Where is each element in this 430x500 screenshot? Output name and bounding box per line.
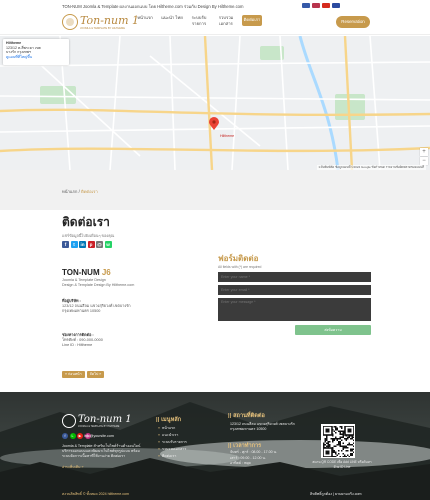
nav-item-contact[interactable]: ติดต่อเรา bbox=[242, 15, 262, 26]
twitter-icon[interactable]: t bbox=[70, 241, 78, 248]
footer-bottom-right: ลิขสิทธิ์ถูกต้อง | ยามยามจริง.com bbox=[310, 492, 362, 496]
message-field[interactable] bbox=[218, 298, 371, 321]
linkedin-icon[interactable]: in bbox=[79, 241, 86, 248]
main-nav: หน้าแรก แนะนำ ไทย ระบบรับ รายการ รวบรวม … bbox=[134, 15, 262, 26]
breadcrumb-current: ติดต่อเรา bbox=[80, 189, 98, 194]
footer-email[interactable]: info@yoursite.com bbox=[84, 434, 114, 438]
breadcrumb: หน้าแรก / ติดต่อเรา bbox=[62, 188, 98, 195]
line-qr-code bbox=[321, 424, 355, 458]
nav-item-services[interactable]: ระบบรับ รายการ bbox=[188, 15, 210, 26]
youtube-icon[interactable]: ▶ bbox=[77, 433, 83, 439]
map-info-card: Hiltheme 123/12 ต.สี่พระยา เขต บางรัก กร… bbox=[3, 39, 69, 65]
language-flags bbox=[302, 3, 340, 8]
footer-logo[interactable]: Ton-num 1 JOOMLA & TEMPLATE BY HILTHEME bbox=[62, 414, 132, 430]
footer-link[interactable]: แนะนำเรา bbox=[158, 432, 187, 439]
pinterest-icon[interactable]: p bbox=[87, 241, 95, 248]
breadcrumb-separator: / bbox=[78, 189, 80, 194]
footer-logo-brand: Ton-num 1 bbox=[78, 414, 132, 425]
company-subtitle: Joomla & Template Design bbox=[62, 278, 106, 282]
page-title: ติดต่อเรา bbox=[62, 215, 110, 229]
footer-hours-line: อาทิตย์ : หยุด bbox=[230, 461, 251, 466]
breadcrumb-band: หน้าแรก / ติดต่อเรา bbox=[0, 170, 430, 210]
share-label: แชร์ข้อมูลนี้ไปยังเพื่อนๆ ของคุณ bbox=[62, 234, 115, 238]
flag-th-icon[interactable] bbox=[312, 3, 320, 8]
zoom-in-button[interactable]: + bbox=[420, 148, 428, 156]
next-button[interactable]: ถัดไป » bbox=[86, 371, 105, 378]
top-info-bar: TON-NUM Joomla & Template ผลงานออกแบบ โด… bbox=[0, 0, 430, 11]
flag-la-icon[interactable] bbox=[332, 3, 340, 8]
share-buttons: f t in p @ w bbox=[62, 241, 112, 248]
contact-channels: ช่องทางการติดต่อ : โทรศัพท์ : 090-000-00… bbox=[62, 333, 103, 348]
footer-hours-title: เวลาทำการ bbox=[228, 442, 261, 450]
map-marker-label: Hiltheme bbox=[220, 134, 234, 138]
flag-uk-icon[interactable] bbox=[302, 3, 310, 8]
footer-hours-line: จันทร์ - ศุกร์ : 08.00 - 17.00 น. bbox=[230, 450, 278, 454]
footer-link[interactable]: หน้าแรก bbox=[158, 425, 187, 432]
google-map[interactable]: Hiltheme Hiltheme 123/12 ต.สี่พระยา เขต … bbox=[0, 36, 430, 170]
footer-address: 123/12 ถนนสีลม แขวงสุริยวงศ์ เขตบางรัก ก… bbox=[230, 422, 295, 431]
site-logo[interactable]: Ton-num 1 JOOMLA & TEMPLATE BY HILTHEME bbox=[62, 13, 142, 33]
footer-link[interactable]: ระบบรับรายการ bbox=[158, 439, 187, 446]
topbar-text: TON-NUM Joomla & Template ผลงานออกแบบ โด… bbox=[62, 4, 244, 9]
breadcrumb-home[interactable]: หน้าแรก bbox=[62, 189, 77, 194]
prev-button[interactable]: « ก่อนหน้า bbox=[62, 371, 85, 378]
pagination: « ก่อนหน้า ถัดไป » bbox=[62, 371, 105, 378]
company-subtitle: Design & Template Design By Hiltheme.com bbox=[62, 283, 135, 287]
email-icon[interactable]: @ bbox=[96, 241, 103, 248]
copyright-text: สงวนลิขสิทธิ์ © ทั้งหมด 2024 hiltheme.co… bbox=[62, 492, 130, 496]
footer-link[interactable]: รวบรวมเอกสาร bbox=[158, 446, 187, 453]
map-footer: แป้นพิมพ์ลัด ข้อมูลแผนที่ ©2024 Google ข… bbox=[0, 162, 430, 170]
company-name: TON-NUM J6 bbox=[62, 268, 111, 277]
qr-caption: สแกน QR CODE เพื่อ Add LINE หรือค้นหาด้ว… bbox=[312, 460, 372, 469]
send-button[interactable]: ส่งข้อความ bbox=[295, 325, 371, 335]
nav-item-about[interactable]: แนะนำ ไทย bbox=[161, 15, 183, 26]
footer-hours: จันทร์ - ศุกร์ : 08.00 - 17.00 น. เสาร์ … bbox=[230, 450, 277, 467]
line-id-text: Line ID : Hiltheme bbox=[62, 343, 93, 347]
flag-cn-icon[interactable] bbox=[322, 3, 330, 8]
facebook-icon[interactable]: f bbox=[62, 433, 68, 439]
logo-mark-icon bbox=[62, 14, 78, 30]
name-field[interactable] bbox=[218, 272, 371, 282]
logo-brand: Ton-num 1 bbox=[80, 14, 140, 27]
company-name-text: TON-NUM bbox=[62, 268, 100, 277]
footer-address-title: สถานที่ติดต่อ bbox=[228, 412, 265, 420]
map-park bbox=[40, 86, 76, 104]
address-block: ที่อยู่บริษัท : 123/12 ถนนสีลม แขวงสุริย… bbox=[62, 299, 152, 314]
footer-logo-mark-icon bbox=[62, 414, 76, 428]
nav-item-home[interactable]: หน้าแรก bbox=[134, 15, 156, 26]
footer-links-title: เมนูหลัก bbox=[156, 416, 181, 424]
footer-link[interactable]: ติดต่อเรา bbox=[158, 453, 187, 460]
line-icon[interactable]: L bbox=[69, 433, 76, 439]
address-text: 123/12 ถนนสีลม แขวงสุริยวงศ์ เขตบางรัก ก… bbox=[62, 304, 131, 313]
footer-description: Joomla & Template สำหรับเว็บไซต์ร้านค้าอ… bbox=[62, 444, 141, 458]
map-larger-link[interactable]: ดูแผนที่ที่ใหญ่ขึ้น bbox=[6, 55, 66, 60]
reservation-button[interactable]: Reservation bbox=[336, 16, 370, 28]
site-header: Ton-num 1 JOOMLA & TEMPLATE BY HILTHEME … bbox=[0, 11, 430, 35]
form-title: ฟอร์มติดต่อ bbox=[218, 254, 259, 263]
qr-pattern bbox=[321, 424, 355, 458]
footer-logo-tagline: JOOMLA & TEMPLATE BY HILTHEME bbox=[78, 425, 120, 428]
logo-tagline: JOOMLA & TEMPLATE BY HILTHEME bbox=[80, 27, 125, 30]
email-field[interactable] bbox=[218, 285, 371, 295]
read-more-link[interactable]: อ่านเพิ่มเติม » bbox=[62, 464, 84, 470]
footer-links: หน้าแรก แนะนำเรา ระบบรับรายการ รวบรวมเอก… bbox=[158, 425, 187, 460]
company-suffix: J6 bbox=[101, 268, 111, 277]
whatsapp-icon[interactable]: w bbox=[104, 241, 112, 248]
form-note: All fields with (*) are required bbox=[218, 265, 262, 269]
facebook-icon[interactable]: f bbox=[62, 241, 69, 248]
nav-item-documents[interactable]: รวบรวม เอกสาร bbox=[215, 15, 237, 26]
site-footer: Ton-num 1 JOOMLA & TEMPLATE BY HILTHEME … bbox=[0, 392, 430, 500]
